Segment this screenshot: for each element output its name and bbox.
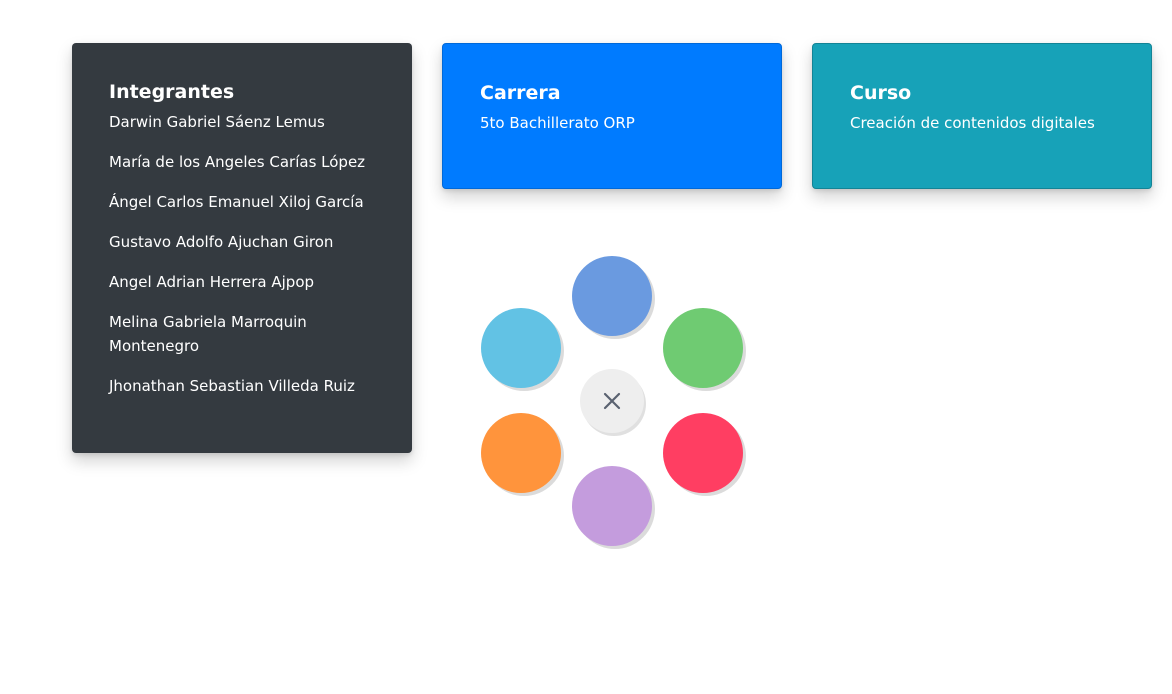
fab-button-light-blue[interactable] [481, 308, 561, 388]
fab-button-purple[interactable] [572, 466, 652, 546]
career-card: Carrera 5to Bachillerato ORP [442, 43, 782, 189]
member-item: Melina Gabriela Marroquin Montenegro [109, 313, 307, 355]
members-card-title: Integrantes [109, 81, 235, 103]
member-item: Gustavo Adolfo Ajuchan Giron [109, 233, 334, 251]
member-item: Darwin Gabriel Sáenz Lemus [109, 113, 325, 131]
member-item: Ángel Carlos Emanuel Xiloj García [109, 193, 364, 211]
fab-button-blue[interactable] [572, 256, 652, 336]
member-item: María de los Angeles Carías López [109, 153, 366, 171]
members-list: Darwin Gabriel Sáenz Lemus María de los … [109, 110, 379, 398]
course-card-title: Curso [850, 82, 912, 104]
member-item: Jhonathan Sebastian Villeda Ruiz [109, 377, 355, 395]
member-item: Angel Adrian Herrera Ajpop [109, 273, 315, 291]
fab-button-red[interactable] [663, 413, 743, 493]
career-card-text: 5to Bachillerato ORP [480, 114, 635, 132]
course-card-text: Creación de contenidos digitales [850, 114, 1095, 132]
fab-close-button[interactable] [580, 369, 644, 433]
course-card: Curso Creación de contenidos digitales [812, 43, 1152, 189]
members-card: Integrantes Darwin Gabriel Sáenz Lemus M… [72, 43, 412, 453]
fab-button-green[interactable] [663, 308, 743, 388]
fab-button-orange[interactable] [481, 413, 561, 493]
close-icon [603, 392, 621, 410]
career-card-title: Carrera [480, 82, 561, 104]
